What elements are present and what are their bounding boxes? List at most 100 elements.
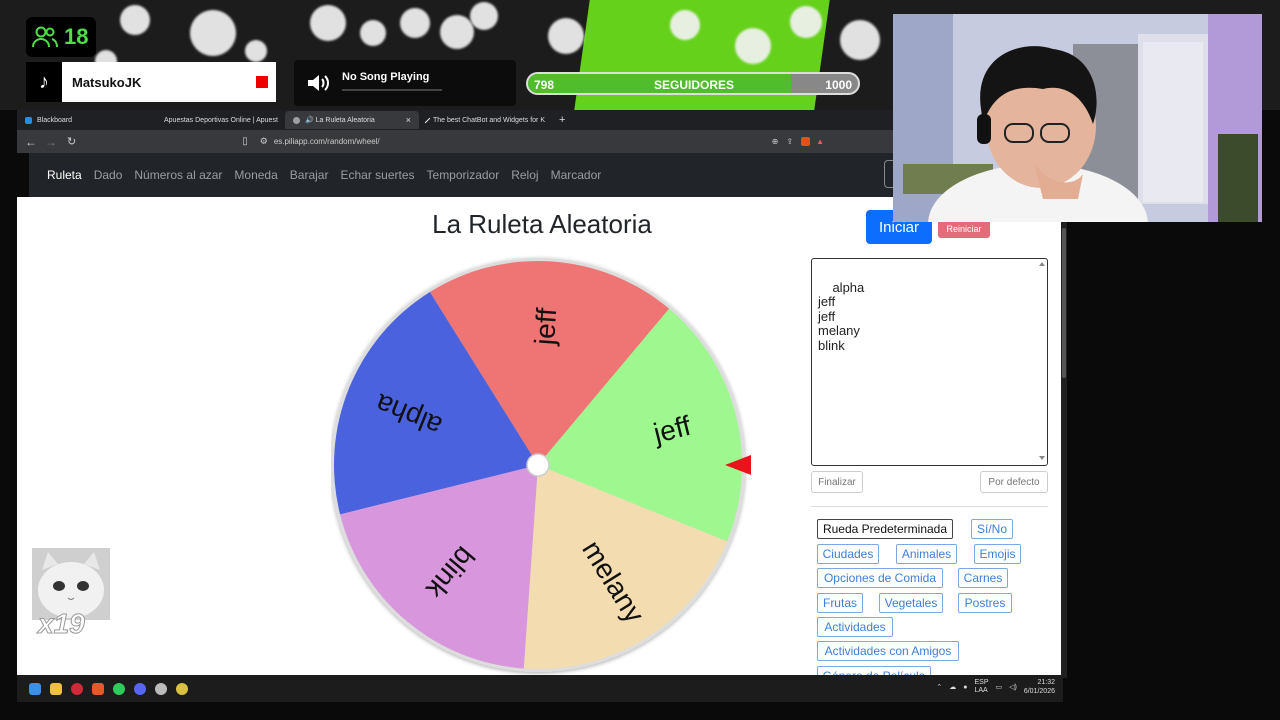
share-icon[interactable]: ⇪ <box>786 137 793 146</box>
page-content: La Ruleta Aleatoria jeff jeff melany blink a… <box>17 197 1061 675</box>
preset-actividades[interactable]: Actividades <box>817 617 893 637</box>
browser-tab-active[interactable]: 🔊 La Ruleta Aleatoria × <box>285 111 419 129</box>
brave-icon[interactable] <box>92 682 104 695</box>
browser-tab[interactable]: Blackboard <box>17 111 151 129</box>
tab-label: The best ChatBot and Widgets for K <box>432 116 545 124</box>
tab-label: Blackboard <box>37 116 73 124</box>
back-icon[interactable]: ← <box>25 135 37 149</box>
preset-ciudades[interactable]: Ciudades <box>817 544 879 564</box>
nav-item-dado[interactable]: Dado <box>94 168 123 182</box>
scrollbar-thumb[interactable] <box>1062 228 1066 378</box>
default-button[interactable]: Por defecto <box>980 471 1048 493</box>
new-tab-button[interactable]: + <box>559 114 565 126</box>
file-explorer-icon[interactable] <box>50 682 62 695</box>
follower-label: SEGUIDORES <box>654 78 735 92</box>
reload-icon[interactable]: ↻ <box>67 135 76 148</box>
clock[interactable]: 21:32 6/01/2026 <box>1024 678 1055 696</box>
lang-code: ESP <box>974 679 989 686</box>
nav-item-marcador[interactable]: Marcador <box>551 168 602 182</box>
browser-tab-bar: Blackboard Apuestas Deportivas Online | … <box>17 110 893 130</box>
nav-item-barajar[interactable]: Barajar <box>290 168 329 182</box>
preset-si-no[interactable]: Sí/No <box>971 519 1013 539</box>
cloud-icon[interactable]: ☁ <box>949 683 956 691</box>
chevron-up-icon[interactable]: ⌃ <box>936 683 942 691</box>
nav-item-temporizador[interactable]: Temporizador <box>427 168 500 182</box>
now-playing-widget: No Song Playing <box>294 60 516 106</box>
follower-goal: 1000 <box>825 78 852 92</box>
tiktok-icon: ♪ <box>26 62 62 102</box>
forward-icon[interactable]: → <box>45 135 57 149</box>
preset-vegetales[interactable]: Vegetales <box>879 593 943 613</box>
preset-postres[interactable]: Postres <box>958 593 1012 613</box>
speaker-icon <box>308 75 329 91</box>
nav-item-moneda[interactable]: Moneda <box>234 168 277 182</box>
browser-tab[interactable]: Apuestas Deportivas Online | Apuest <box>151 111 285 129</box>
finish-button[interactable]: Finalizar <box>811 471 863 493</box>
snow-dot <box>310 5 346 41</box>
nav-item-reloj[interactable]: Reloj <box>511 168 538 182</box>
nav-item-ruleta[interactable]: Ruleta <box>47 168 82 182</box>
reset-button[interactable]: Reiniciar <box>938 220 990 238</box>
preset-emojis[interactable]: Emojis <box>974 544 1021 564</box>
discord-icon[interactable] <box>134 682 146 695</box>
windows-start-icon[interactable] <box>29 682 41 695</box>
url-field[interactable]: es.piliapp.com/random/wheel/ <box>274 137 380 146</box>
opera-icon[interactable] <box>71 682 83 695</box>
mic-icon[interactable]: ● <box>963 684 967 691</box>
snow-dot <box>360 20 386 46</box>
steam-icon[interactable] <box>155 682 167 695</box>
divider <box>811 506 1048 507</box>
preset-genero-pelicula[interactable]: Género de Película <box>817 666 931 675</box>
preset-animales[interactable]: Animales <box>896 544 957 564</box>
system-tray: ⌃ ☁ ● ESP LAA ▭ ◁) 21:32 6/01/2026 <box>936 678 1055 696</box>
preset-carnes[interactable]: Carnes <box>958 568 1008 588</box>
follower-current: 798 <box>534 78 555 92</box>
names-text: alpha jeff jeff melany blink <box>818 279 865 353</box>
monitor-icon[interactable]: ▭ <box>996 683 1003 691</box>
tab-label: Apuestas Deportivas Online | Apuest <box>164 116 278 124</box>
snow-dot <box>190 10 236 56</box>
zoom-icon[interactable]: ⊕ <box>772 137 779 146</box>
windows-taskbar: ⌃ ☁ ● ESP LAA ▭ ◁) 21:32 6/01/2026 <box>17 675 1063 702</box>
follower-goal-bar: 798 SEGUIDORES 1000 <box>526 72 860 95</box>
snow-dot <box>670 10 700 40</box>
nav-item-echar-suertes[interactable]: Echar suertes <box>340 168 414 182</box>
viewer-count: 18 <box>64 24 89 49</box>
clock-date: 6/01/2026 <box>1023 688 1055 695</box>
close-tab-icon[interactable]: × <box>406 115 411 125</box>
snow-dot <box>840 20 880 60</box>
lang-layout: LAA <box>974 687 988 694</box>
preset-rueda-predeterminada[interactable]: Rueda Predeterminada <box>817 519 953 539</box>
names-textarea[interactable]: alpha jeff jeff melany blink <box>811 258 1048 466</box>
wheel-segment-label: jeff <box>529 307 563 347</box>
brave-rewards-icon[interactable]: ▲ <box>816 137 824 146</box>
snow-dot <box>245 40 267 62</box>
brave-shield-icon[interactable] <box>801 137 811 146</box>
browser-tab[interactable]: The best ChatBot and Widgets for K <box>419 111 553 129</box>
page-scrollbar[interactable] <box>1061 218 1067 678</box>
nav-item-numeros[interactable]: Números al azar <box>134 168 222 182</box>
textarea-scrollbar[interactable] <box>1039 261 1045 461</box>
tiktok-user-bar: ♪ MatsukoJK <box>26 62 276 102</box>
snow-dot <box>120 5 150 35</box>
language-indicator[interactable]: ESP LAA <box>974 679 988 695</box>
favicon-icon <box>424 117 431 123</box>
live-indicator <box>256 76 268 88</box>
spotify-icon[interactable] <box>113 682 125 695</box>
volume-icon[interactable]: ◁) <box>1009 683 1017 691</box>
site-info-icon[interactable]: ⚙ <box>260 136 268 147</box>
snow-dot <box>790 6 822 38</box>
cat-multiplier: x19 <box>38 608 86 640</box>
clock-time: 21:32 <box>1037 679 1055 686</box>
bookmark-icon[interactable]: ▯ <box>242 136 248 147</box>
people-icon <box>32 26 58 48</box>
preset-frutas[interactable]: Frutas <box>817 593 863 613</box>
preset-opciones-comida[interactable]: Opciones de Comida <box>817 568 943 588</box>
snow-dot <box>470 2 498 30</box>
roulette-wheel[interactable]: jeffjeffmelanyblinkalpha <box>331 255 751 675</box>
cat-emote-overlay: x19 <box>32 548 110 644</box>
preset-actividades-amigos[interactable]: Actividades con Amigos <box>817 641 959 661</box>
app-icon[interactable] <box>176 682 188 695</box>
snow-dot <box>735 28 771 64</box>
tiktok-username: MatsukoJK <box>72 74 142 90</box>
